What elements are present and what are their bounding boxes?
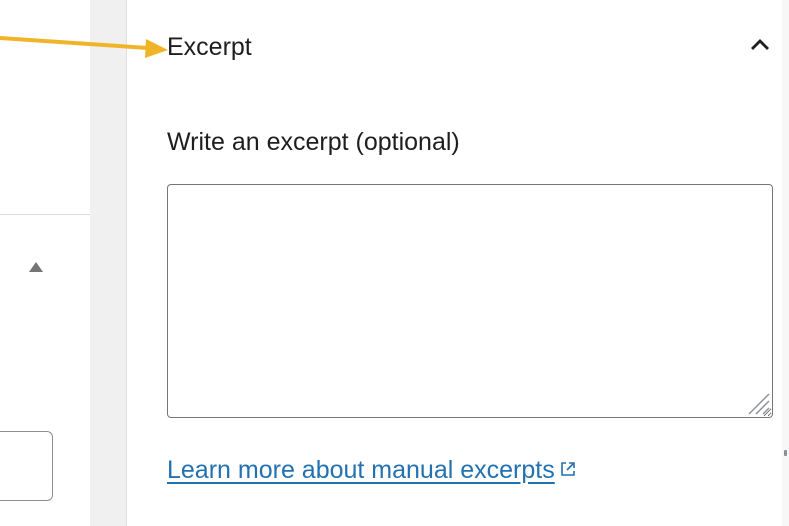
excerpt-label: Write an excerpt (optional) bbox=[167, 128, 460, 156]
sidebar-gutter bbox=[90, 0, 126, 526]
scrollbar-thumb[interactable] bbox=[784, 450, 787, 456]
left-input-field-fragment[interactable] bbox=[0, 431, 53, 501]
learn-more-link[interactable]: Learn more about manual excerpts bbox=[167, 454, 577, 486]
panel-scrollbar[interactable] bbox=[782, 0, 789, 526]
learn-more-text: Learn more about manual excerpts bbox=[167, 456, 555, 484]
editor-pane-fragment bbox=[0, 0, 90, 526]
move-up-arrow-icon[interactable] bbox=[29, 262, 43, 272]
excerpt-panel: Excerpt Write an excerpt (optional) Lear… bbox=[127, 0, 789, 526]
chevron-up-icon bbox=[751, 39, 769, 50]
left-divider bbox=[0, 214, 90, 215]
excerpt-textarea[interactable] bbox=[167, 184, 773, 418]
external-link-icon bbox=[560, 462, 575, 476]
excerpt-panel-toggle[interactable]: Excerpt bbox=[167, 22, 777, 74]
panel-title: Excerpt bbox=[167, 33, 252, 61]
